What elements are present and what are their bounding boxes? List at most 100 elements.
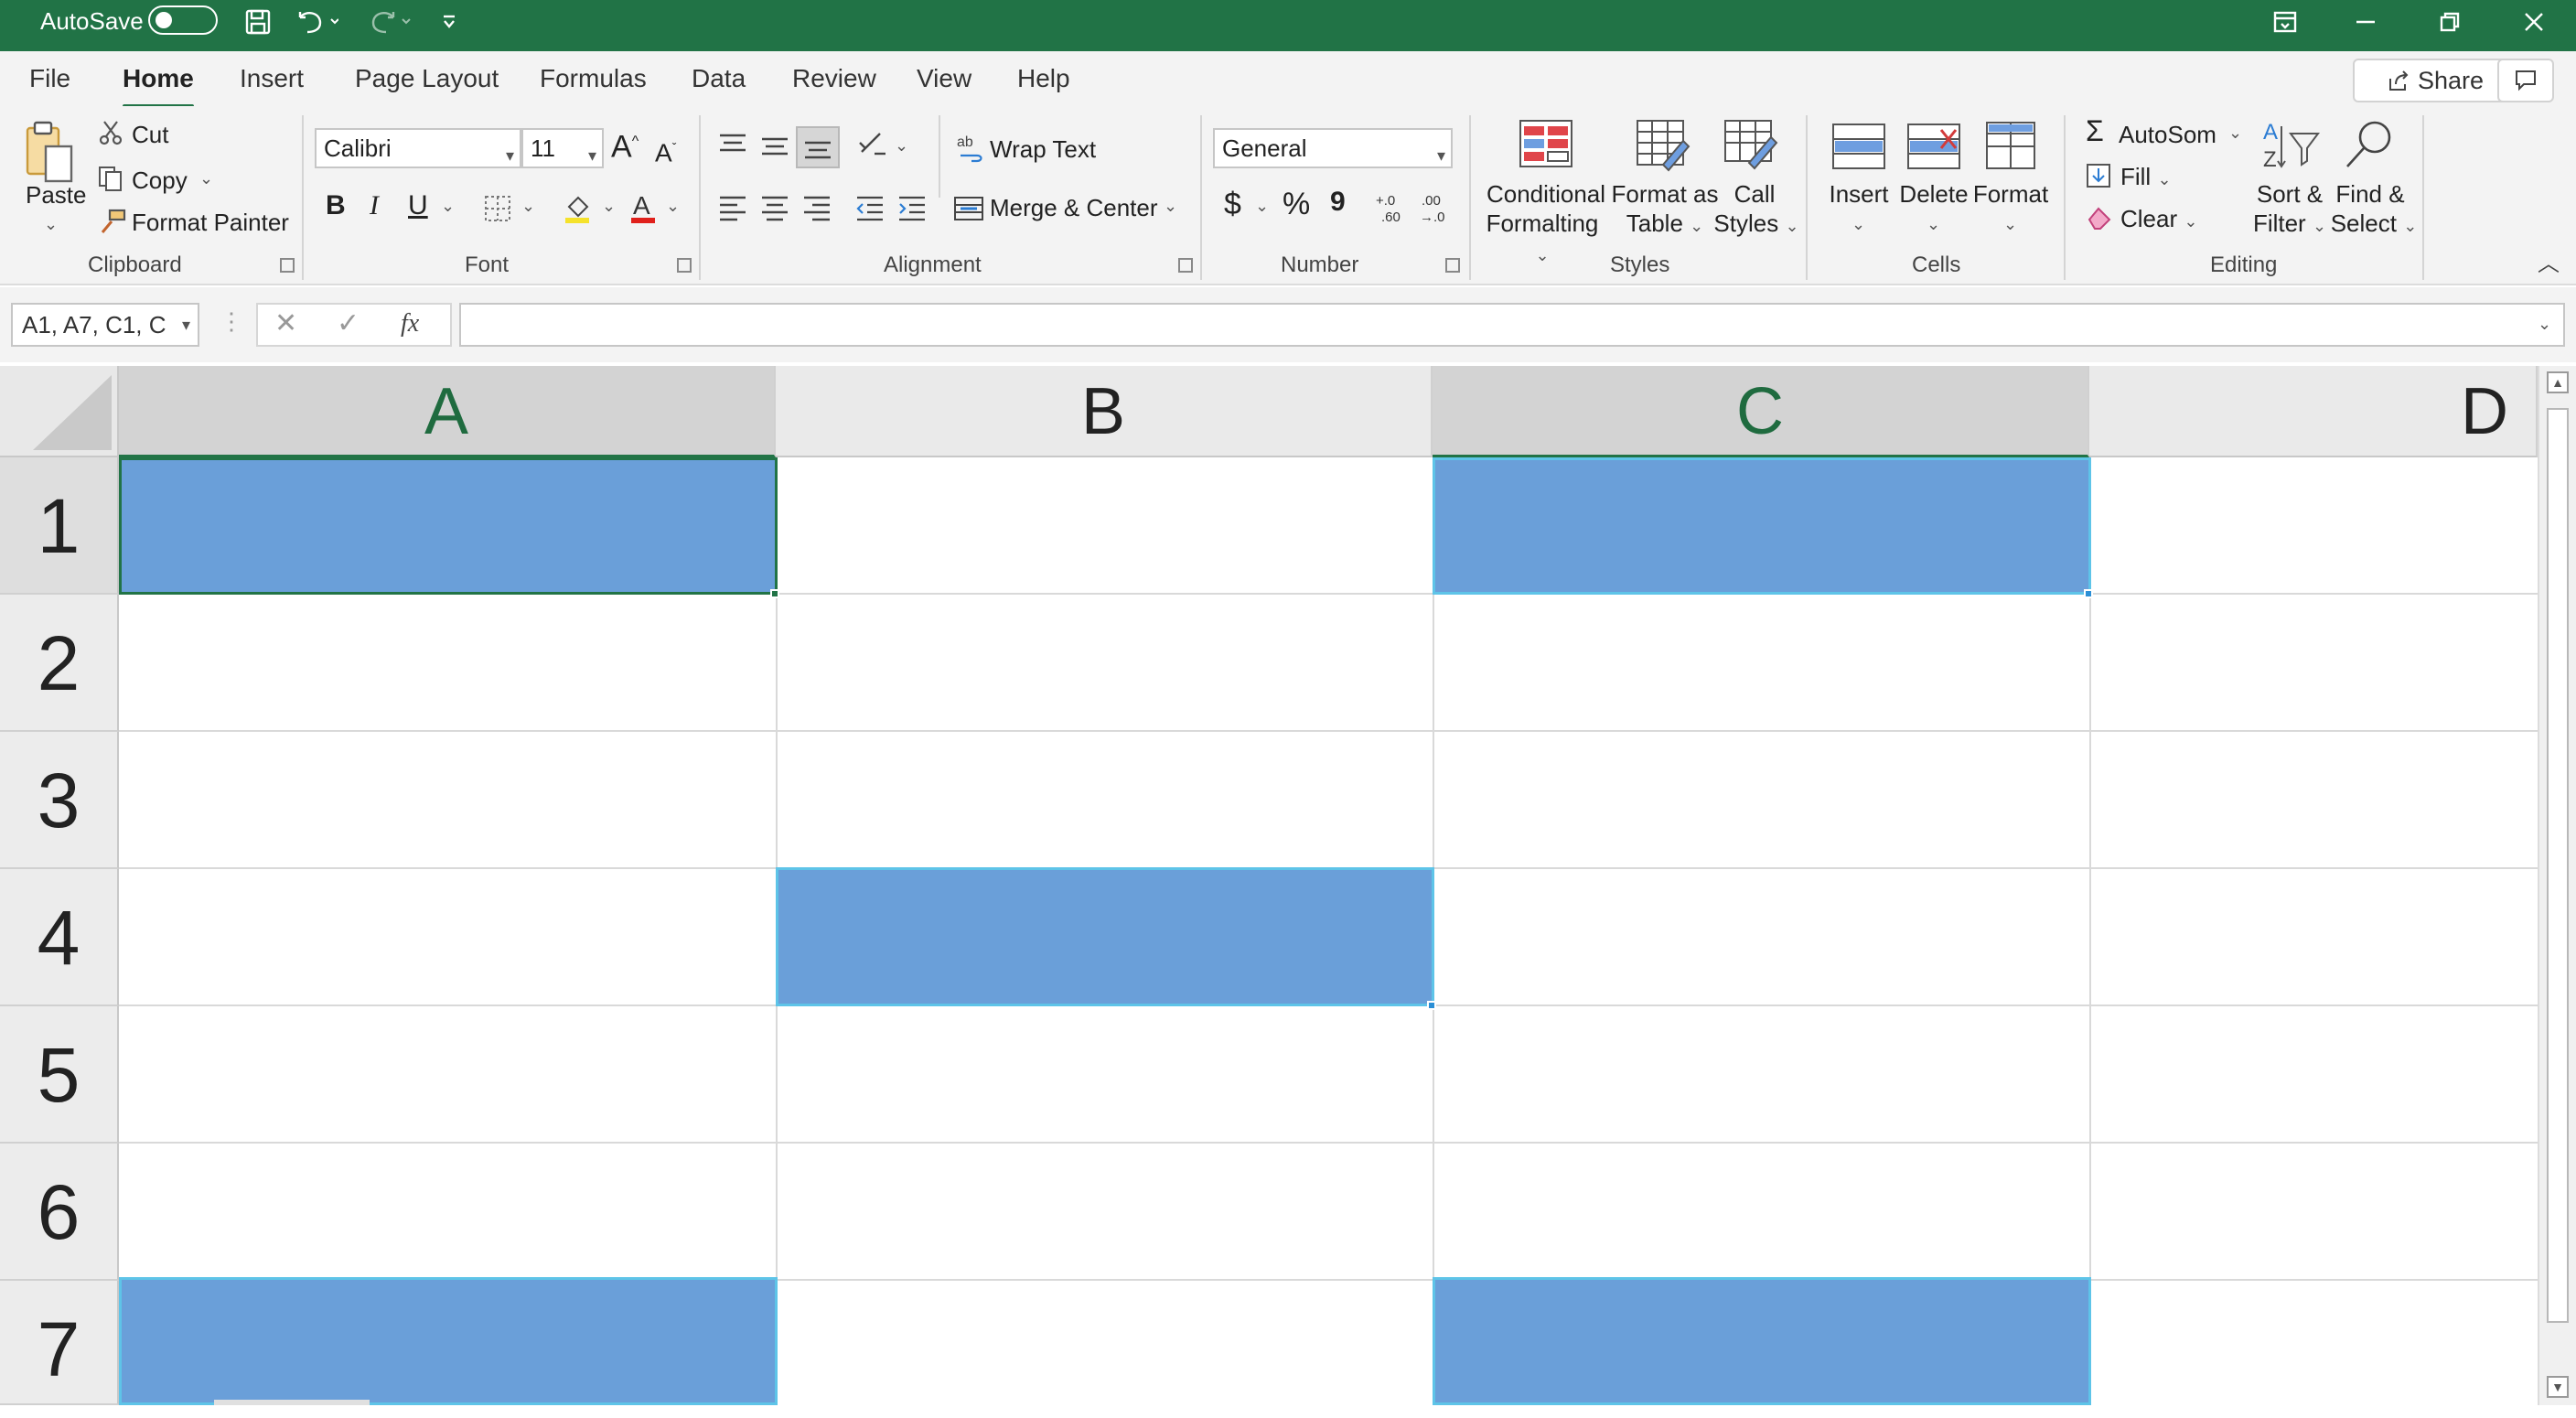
conditional-formatting-label-2[interactable]: Formalting ⌄ — [1480, 209, 1605, 270]
save-icon[interactable] — [240, 0, 276, 44]
underline-button[interactable]: U — [408, 192, 428, 220]
redo-icon[interactable] — [364, 0, 415, 44]
wrap-text-button[interactable]: Wrap Text — [990, 135, 1096, 163]
paste-dropdown-icon[interactable]: ⌄ — [44, 210, 58, 238]
cell-b4[interactable] — [776, 867, 1434, 1006]
decrease-decimal-icon[interactable]: .00 →.0 — [1416, 190, 1453, 227]
cut-button[interactable]: Cut — [132, 121, 168, 148]
format-as-table-label-2[interactable]: Table ⌄ — [1603, 209, 1727, 241]
currency-dropdown-icon[interactable]: ⌄ — [1255, 192, 1269, 220]
expand-formula-bar-icon[interactable]: ⌄ — [2538, 310, 2551, 338]
orientation-icon[interactable] — [856, 130, 889, 159]
sort-filter-icon[interactable]: AZ — [2261, 119, 2322, 174]
tab-help[interactable]: Help — [1017, 64, 1070, 93]
conditional-formatting-label-1[interactable]: Conditional — [1484, 179, 1608, 209]
format-cells-button[interactable]: Format — [1969, 179, 2053, 209]
cell-styles-label-2[interactable]: Styles ⌄ — [1711, 209, 1802, 241]
delete-dropdown-icon[interactable]: ⌄ — [1927, 210, 1940, 238]
customize-qat-icon[interactable] — [437, 0, 461, 44]
tab-view[interactable]: View — [917, 64, 971, 93]
cell-c7[interactable] — [1433, 1277, 2091, 1405]
format-cells-icon[interactable] — [1983, 119, 2038, 172]
cell-styles-icon[interactable] — [1723, 119, 1778, 172]
autosum-button[interactable]: AutoSom — [2119, 121, 2216, 148]
insert-dropdown-icon[interactable]: ⌄ — [1852, 210, 1865, 238]
italic-button[interactable]: I — [370, 192, 379, 220]
paste-icon[interactable] — [22, 119, 79, 187]
font-size-combo[interactable]: 11 ▾ — [521, 128, 604, 168]
insert-cells-button[interactable]: Insert — [1820, 179, 1897, 209]
format-as-table-icon[interactable] — [1636, 119, 1690, 172]
insert-function-icon[interactable]: fx — [401, 310, 419, 338]
tab-insert[interactable]: Insert — [240, 64, 304, 93]
scroll-up-icon[interactable]: ▲ — [2547, 371, 2569, 393]
find-select-label-1[interactable]: Find & — [2327, 179, 2413, 209]
cell-c1[interactable] — [1433, 457, 2091, 595]
orientation-dropdown-icon[interactable]: ⌄ — [895, 132, 908, 159]
collapse-ribbon-icon[interactable]: ︿ — [2538, 251, 2560, 278]
row-header-3[interactable]: 3 — [0, 732, 119, 869]
name-box[interactable]: A1, A7, C1, C ▾ — [11, 303, 199, 347]
row-header-5[interactable]: 5 — [0, 1006, 119, 1144]
column-header-c[interactable]: C — [1433, 366, 2089, 457]
format-painter-button[interactable]: Format Painter — [132, 209, 289, 236]
increase-indent-icon[interactable] — [896, 194, 928, 221]
cell-styles-label-1[interactable]: Call — [1718, 179, 1791, 209]
cell-a7[interactable] — [119, 1277, 778, 1405]
column-header-b[interactable]: B — [776, 366, 1433, 457]
autosave-toggle[interactable] — [148, 5, 218, 35]
alignment-launcher-icon[interactable] — [1178, 258, 1193, 273]
font-launcher-icon[interactable] — [677, 258, 692, 273]
clipboard-launcher-icon[interactable] — [280, 258, 295, 273]
grow-font-button[interactable]: A^ — [611, 128, 639, 162]
row-header-1[interactable]: 1 — [0, 457, 119, 595]
align-top-icon[interactable] — [717, 132, 748, 159]
conditional-formatting-icon[interactable] — [1519, 119, 1573, 170]
delete-cells-button[interactable]: Delete — [1895, 179, 1972, 209]
tab-review[interactable]: Review — [792, 64, 876, 93]
paste-label[interactable]: Paste — [26, 181, 87, 209]
underline-dropdown-icon[interactable]: ⌄ — [441, 192, 455, 220]
find-select-label-2[interactable]: Select ⌄ — [2324, 209, 2424, 241]
comments-button[interactable] — [2497, 59, 2554, 102]
tab-file[interactable]: File — [29, 64, 70, 93]
enter-icon[interactable]: ✓ — [337, 310, 360, 338]
ribbon-display-icon[interactable] — [2267, 0, 2303, 44]
sort-filter-label-1[interactable]: Sort & — [2249, 179, 2331, 209]
font-color-dropdown-icon[interactable]: ⌄ — [666, 192, 680, 220]
font-color-icon[interactable]: A — [628, 190, 659, 225]
vertical-scrollbar[interactable]: ▲ ▼ — [2538, 366, 2576, 1405]
align-left-icon[interactable] — [717, 194, 748, 221]
format-dropdown-icon[interactable]: ⌄ — [2003, 210, 2017, 238]
bold-button[interactable]: B — [326, 192, 346, 220]
row-header-2[interactable]: 2 — [0, 595, 119, 732]
format-as-table-label-1[interactable]: Format as — [1603, 179, 1727, 209]
tab-formulas[interactable]: Formulas — [540, 64, 647, 93]
undo-icon[interactable] — [291, 0, 342, 44]
borders-icon[interactable] — [483, 194, 512, 223]
share-button[interactable]: Share — [2353, 59, 2517, 102]
copy-button[interactable]: Copy — [132, 167, 188, 194]
select-all-button[interactable] — [0, 366, 119, 457]
comma-style-button[interactable]: 9 — [1330, 188, 1346, 216]
row-header-6[interactable]: 6 — [0, 1144, 119, 1281]
fill-button[interactable]: Fill ⌄ — [2120, 163, 2172, 193]
fill-color-dropdown-icon[interactable]: ⌄ — [602, 192, 616, 220]
fill-color-icon[interactable] — [562, 192, 593, 225]
tab-data[interactable]: Data — [692, 64, 746, 93]
selection-handle[interactable] — [1427, 1001, 1436, 1010]
font-name-combo[interactable]: Calibri ▾ — [315, 128, 521, 168]
decrease-indent-icon[interactable] — [854, 194, 886, 221]
align-middle-icon[interactable] — [759, 132, 790, 159]
align-center-icon[interactable] — [759, 194, 790, 221]
percent-button[interactable]: % — [1283, 188, 1310, 220]
minimize-icon[interactable] — [2347, 0, 2384, 44]
delete-cells-icon[interactable] — [1906, 123, 1961, 172]
column-header-d[interactable]: D — [2089, 366, 2538, 457]
merge-center-button[interactable]: Merge & Center — [990, 194, 1158, 221]
align-bottom-icon[interactable] — [796, 126, 840, 168]
increase-decimal-icon[interactable]: +.0.60 — [1372, 190, 1409, 227]
fill-handle[interactable] — [770, 589, 779, 598]
currency-button[interactable]: $ — [1224, 188, 1241, 220]
align-right-icon[interactable] — [801, 194, 832, 221]
